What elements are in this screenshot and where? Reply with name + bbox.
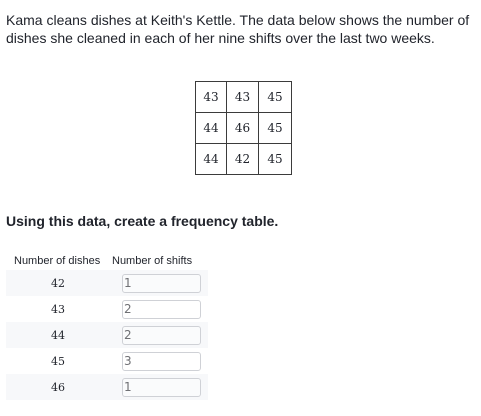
data-grid-row: 44 42 45 (195, 143, 292, 175)
shifts-cell: 2 (110, 296, 208, 322)
shifts-input[interactable]: 3 (122, 351, 201, 371)
frequency-table: Number of dishes Number of shifts 42 1 4… (6, 252, 208, 400)
header-number-of-dishes: Number of dishes (14, 255, 101, 267)
frequency-table-row: 44 2 (6, 322, 208, 348)
data-grid-row: 44 46 45 (195, 112, 292, 144)
task-prompt: Using this data, create a frequency tabl… (6, 213, 279, 229)
data-grid-cell: 45 (258, 112, 292, 144)
frequency-table-row: 43 2 (6, 296, 208, 322)
data-grid-cell: 43 (195, 81, 227, 113)
frequency-table-header-row: Number of dishes Number of shifts (6, 252, 208, 270)
shifts-cell: 2 (110, 322, 208, 348)
dishes-value: 43 (51, 302, 65, 316)
frequency-table-row: 45 3 (6, 348, 208, 374)
shifts-input[interactable]: 1 (122, 377, 201, 397)
data-grid-cell: 45 (258, 143, 292, 175)
problem-statement: Kama cleans dishes at Keith's Kettle. Th… (6, 12, 470, 46)
shifts-cell: 1 (110, 374, 208, 400)
shifts-input[interactable]: 2 (122, 325, 201, 345)
data-grid-cell: 44 (195, 143, 227, 175)
dishes-value: 44 (6, 322, 110, 348)
dishes-value: 46 (6, 374, 110, 400)
shifts-cell: 1 (110, 270, 208, 296)
data-grid-cell: 43 (226, 81, 259, 113)
dishes-value: 42 (6, 270, 110, 296)
data-grid-cell: 46 (226, 112, 259, 144)
data-grid-cell: 42 (226, 143, 259, 175)
data-grid-row: 43 43 45 (195, 81, 292, 113)
frequency-table-row: 42 1 (6, 270, 208, 296)
shifts-input[interactable]: 1 (122, 273, 201, 293)
data-grid-cell: 44 (195, 112, 227, 144)
shifts-cell: 3 (110, 348, 208, 374)
frequency-table-row: 46 1 (6, 374, 208, 400)
dishes-value: 45 (51, 354, 65, 368)
header-number-of-shifts: Number of shifts (112, 255, 193, 267)
dishes-data-grid: 43 43 45 44 46 45 44 42 45 (195, 81, 292, 175)
shifts-input[interactable]: 2 (122, 299, 201, 319)
data-grid-cell: 45 (258, 81, 292, 113)
